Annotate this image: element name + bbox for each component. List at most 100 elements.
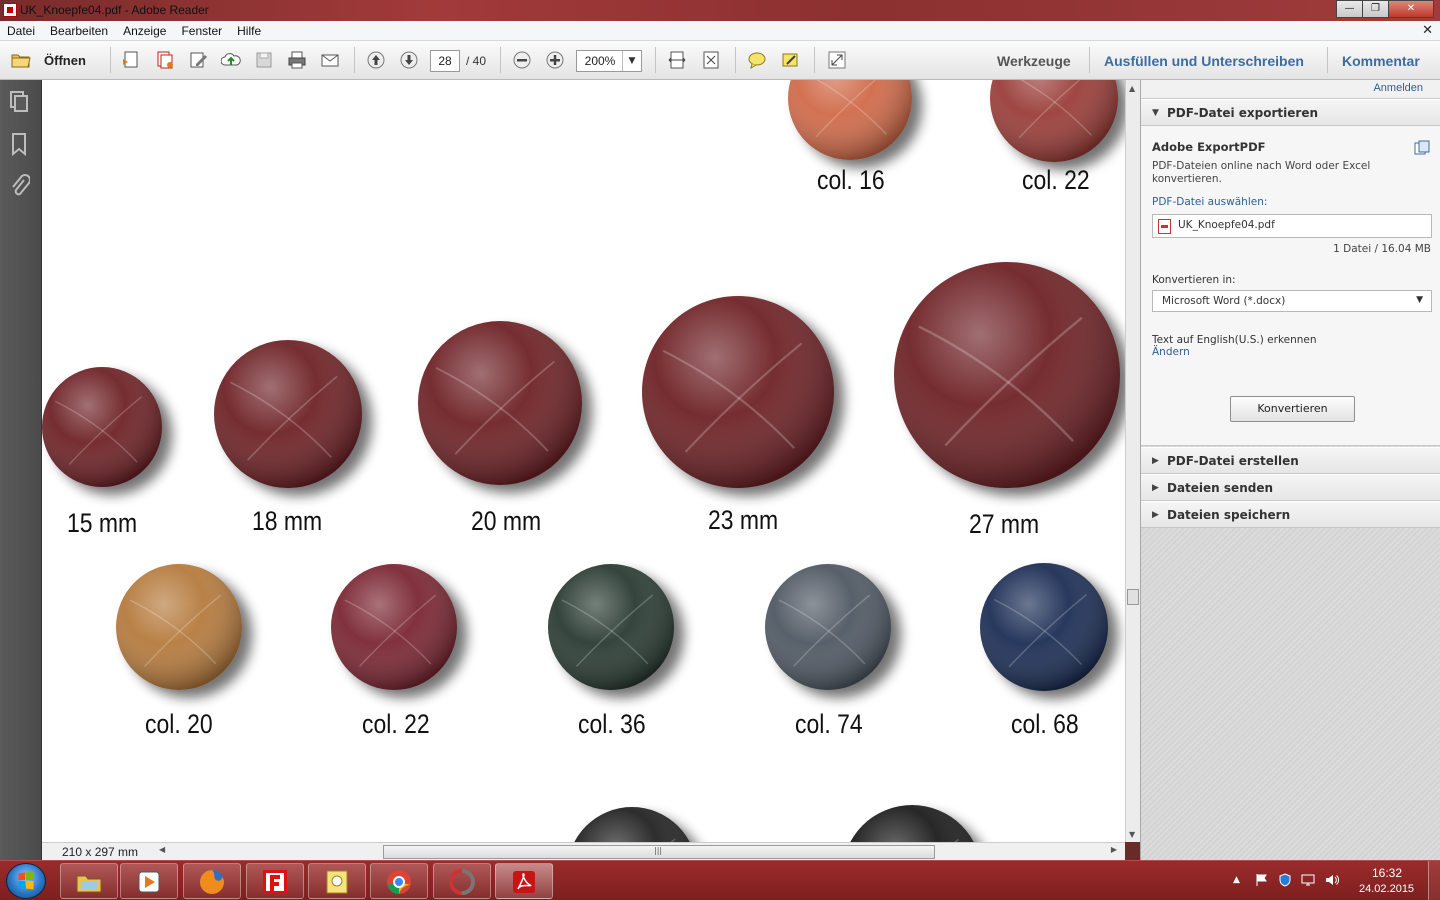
service-description: PDF-Dateien online nach Word oder Excel … [1152, 160, 1371, 185]
comment-bubble-icon[interactable] [746, 49, 768, 71]
email-icon[interactable] [319, 49, 341, 71]
action-center-flag-icon[interactable] [1255, 873, 1269, 887]
chrome-icon [387, 870, 411, 894]
toolbar-separator [1089, 47, 1090, 73]
expand-icon[interactable] [826, 49, 848, 71]
file-field[interactable]: UK_Knoepfe04.pdf [1152, 214, 1432, 238]
expanded-triangle-icon: ▼ [1152, 108, 1159, 118]
fit-page-icon[interactable] [700, 49, 722, 71]
change-language-link[interactable]: Ändern [1152, 346, 1190, 358]
store-files-header[interactable]: ▶ Dateien speichern [1141, 501, 1440, 528]
toolbar: Öffnen 28 / 40 200% ▼ Werkzeuge Ausfülle… [0, 41, 1440, 80]
horizontal-scrollbar[interactable]: ◀ ||| ▶ [157, 845, 1117, 859]
show-hidden-icons-icon[interactable]: ▲ [1233, 875, 1247, 889]
scroll-up-icon[interactable]: ▲ [1129, 84, 1135, 93]
window-title: UK_Knoepfe04.pdf - Adobe Reader [20, 3, 209, 17]
export-info-icon[interactable] [1414, 140, 1430, 156]
taskbar-notes[interactable] [308, 863, 366, 899]
format-value: Microsoft Word (*.docx) [1162, 295, 1286, 307]
menu-datei[interactable]: Datei [0, 24, 43, 38]
vertical-scrollbar[interactable]: ▲ ▼ [1125, 80, 1140, 842]
edit-pdf-icon[interactable] [187, 49, 209, 71]
fit-width-icon[interactable] [666, 49, 688, 71]
leather-button [990, 80, 1118, 162]
taskbar-media-player[interactable] [120, 863, 178, 899]
attachments-icon[interactable] [8, 174, 30, 198]
size-label: 20 mm [471, 506, 542, 536]
menu-fenster[interactable]: Fenster [174, 24, 230, 38]
close-document-icon[interactable]: ✕ [1422, 23, 1433, 38]
minimize-button[interactable]: — [1336, 0, 1363, 18]
create-pdf-icon[interactable] [120, 49, 142, 71]
swirl-app-icon [449, 869, 475, 895]
toolbar-separator [1327, 47, 1328, 73]
scroll-left-icon[interactable]: ◀ [159, 845, 165, 854]
combine-files-icon[interactable] [154, 49, 176, 71]
format-select[interactable]: Microsoft Word (*.docx) ▼ [1152, 290, 1432, 312]
menu-bearbeiten[interactable]: Bearbeiten [43, 24, 116, 38]
store-files-label: Dateien speichern [1167, 508, 1291, 522]
open-button[interactable]: Öffnen [44, 53, 86, 68]
notes-icon [326, 870, 348, 894]
window-controls: — ❐ ✕ [1336, 0, 1434, 18]
scroll-thumb[interactable] [1127, 589, 1139, 605]
scroll-thumb[interactable]: ||| [383, 845, 935, 859]
show-desktop-button[interactable] [1428, 861, 1440, 900]
select-file-label: PDF-Datei auswählen: [1152, 196, 1268, 208]
previous-page-icon[interactable] [365, 49, 387, 71]
maximize-button[interactable]: ❐ [1362, 0, 1389, 18]
service-title: Adobe ExportPDF [1152, 140, 1266, 154]
start-button[interactable] [6, 863, 46, 899]
scroll-right-icon[interactable]: ▶ [1111, 845, 1117, 854]
title-bar: UK_Knoepfe04.pdf - Adobe Reader — ❐ ✕ [0, 0, 1440, 21]
zoom-select[interactable]: 200% ▼ [576, 50, 642, 72]
upload-cloud-icon[interactable] [220, 49, 242, 71]
print-icon[interactable] [286, 49, 308, 71]
highlight-icon[interactable] [779, 49, 801, 71]
color-label: col. 22 [1022, 165, 1090, 195]
f-app-icon [263, 870, 287, 894]
taskbar-adobe-reader[interactable] [495, 863, 553, 899]
ocr-language-text: Text auf English(U.S.) erkennen [1152, 334, 1317, 346]
fill-and-sign-tab[interactable]: Ausfüllen und Unterschreiben [1104, 53, 1304, 69]
save-icon[interactable] [253, 49, 275, 71]
network-icon[interactable] [1301, 873, 1315, 887]
send-files-header[interactable]: ▶ Dateien senden [1141, 474, 1440, 501]
color-label: col. 22 [362, 709, 430, 739]
tools-tab[interactable]: Werkzeuge [997, 53, 1071, 69]
open-folder-icon[interactable] [10, 49, 32, 71]
menu-anzeige[interactable]: Anzeige [116, 24, 174, 38]
signin-link[interactable]: Anmelden [1373, 82, 1423, 94]
bookmarks-icon[interactable] [8, 132, 30, 156]
zoom-dropdown-icon[interactable]: ▼ [622, 51, 641, 71]
close-button[interactable]: ✕ [1388, 0, 1434, 18]
taskbar-app-swirl[interactable] [433, 863, 491, 899]
leather-button [850, 805, 974, 842]
page-number-input[interactable]: 28 [430, 50, 460, 72]
create-pdf-header[interactable]: ▶ PDF-Datei erstellen [1141, 447, 1440, 474]
next-page-icon[interactable] [398, 49, 420, 71]
convert-button[interactable]: Konvertieren [1230, 396, 1355, 422]
leather-button [642, 296, 834, 488]
leather-button [574, 807, 690, 842]
leather-button [548, 564, 674, 690]
zoom-value: 200% [584, 54, 616, 68]
zoom-out-icon[interactable] [511, 49, 533, 71]
volume-icon[interactable] [1325, 873, 1339, 887]
color-label: col. 36 [578, 709, 646, 739]
taskbar-explorer[interactable] [60, 863, 118, 899]
taskbar-firefox[interactable] [183, 863, 241, 899]
taskbar-app-f[interactable] [246, 863, 304, 899]
page-thumbnails-icon[interactable] [8, 90, 30, 114]
document-view[interactable]: col. 16 col. 22 15 mm 18 mm 20 mm 23 mm … [42, 80, 1125, 842]
convert-to-label: Konvertieren in: [1152, 274, 1236, 286]
zoom-in-icon[interactable] [544, 49, 566, 71]
taskbar-chrome[interactable] [370, 863, 428, 899]
menu-hilfe[interactable]: Hilfe [230, 24, 269, 38]
export-pdf-header[interactable]: ▼ PDF-Datei exportieren [1141, 99, 1440, 126]
clock-date[interactable]: 24.02.2015 [1359, 883, 1414, 895]
scroll-down-icon[interactable]: ▼ [1129, 830, 1135, 839]
security-shield-icon[interactable] [1278, 873, 1292, 887]
clock-time[interactable]: 16:32 [1372, 866, 1402, 880]
comment-tab[interactable]: Kommentar [1342, 53, 1420, 69]
